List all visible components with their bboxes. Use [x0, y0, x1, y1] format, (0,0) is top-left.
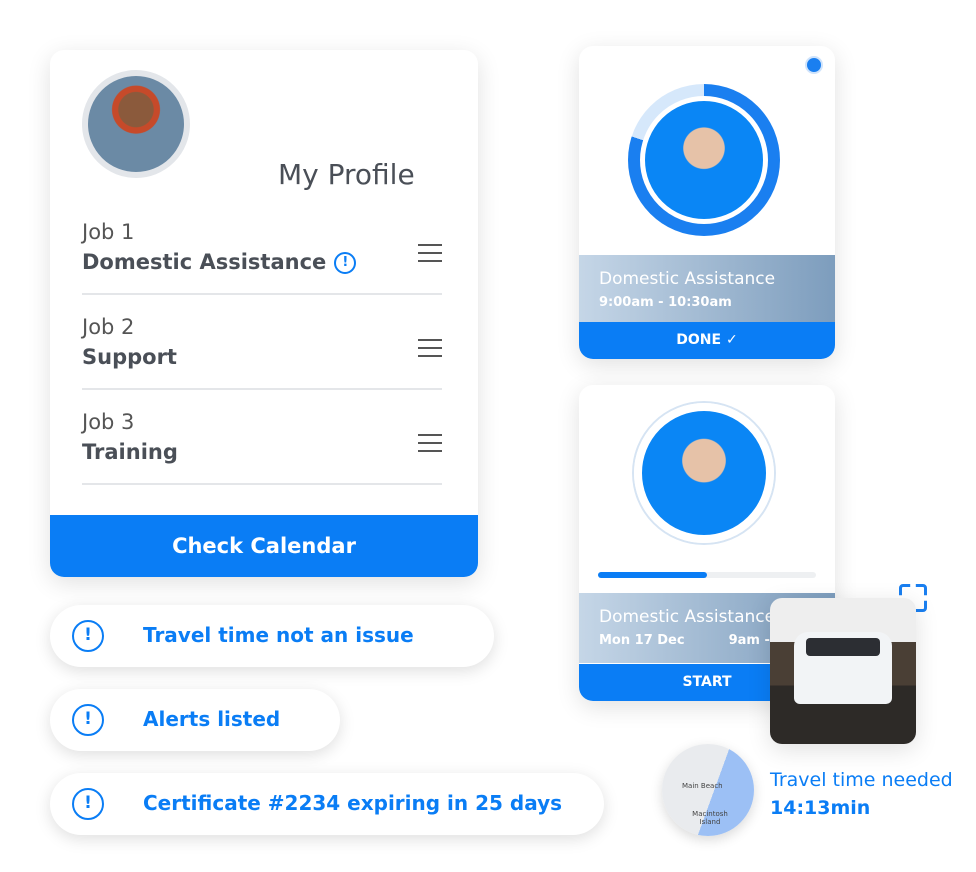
appointment-info: Domestic Assistance 9:00am - 10:30am — [579, 255, 835, 322]
map-label: Macintosh Island — [692, 810, 728, 826]
job-number: Job 3 — [82, 410, 135, 434]
alert-text: Travel time not an issue — [143, 623, 414, 647]
profile-title: My Profile — [278, 158, 415, 191]
job-number: Job 1 — [82, 220, 135, 244]
alert-icon: ! — [72, 704, 104, 736]
alert-text: Certificate #2234 expiring in 25 days — [143, 791, 563, 815]
alert-pill[interactable]: ! Certificate #2234 expiring in 25 days — [50, 773, 604, 835]
job-item[interactable]: Job 2 Support — [82, 295, 442, 390]
menu-icon[interactable] — [418, 244, 442, 262]
done-button[interactable]: DONE ✓ — [579, 322, 835, 359]
check-icon: ✓ — [725, 332, 738, 348]
job-title: Training — [82, 440, 178, 464]
appointment-time: 9:00am - 10:30am — [599, 295, 732, 310]
alert-pill[interactable]: ! Travel time not an issue — [50, 605, 494, 667]
service-name: Domestic Assistance — [599, 607, 776, 627]
job-number: Job 2 — [82, 315, 135, 339]
progress-bar — [598, 572, 816, 578]
service-name: Domestic Assistance — [599, 269, 776, 289]
alert-icon: ! — [72, 620, 104, 652]
info-icon[interactable]: ! — [334, 252, 357, 274]
profile-avatar — [82, 70, 190, 178]
job-title: Domestic Assistance! — [82, 250, 357, 274]
car-image — [770, 598, 916, 744]
job-item[interactable]: Job 3 Training — [82, 390, 442, 485]
alert-pill[interactable]: ! Alerts listed — [50, 689, 340, 751]
client-avatar — [640, 96, 768, 224]
job-item[interactable]: Job 1 Domestic Assistance! — [82, 200, 442, 295]
job-title: Support — [82, 345, 177, 369]
menu-icon[interactable] — [418, 339, 442, 357]
check-calendar-button[interactable]: Check Calendar — [50, 515, 478, 577]
status-dot-icon — [805, 56, 823, 74]
alert-text: Alerts listed — [143, 707, 281, 731]
appointment-date: Mon 17 Dec — [599, 633, 685, 648]
alert-icon: ! — [72, 788, 104, 820]
travel-label: Travel time needed — [770, 769, 953, 791]
client-avatar — [634, 403, 774, 543]
menu-icon[interactable] — [418, 434, 442, 452]
appointment-card-done: Domestic Assistance 9:00am - 10:30am DONE… — [579, 46, 835, 359]
travel-time: 14:13min — [770, 797, 871, 819]
map-thumbnail[interactable]: Main Beach Macintosh Island — [662, 744, 754, 836]
map-label: Main Beach — [682, 782, 723, 790]
